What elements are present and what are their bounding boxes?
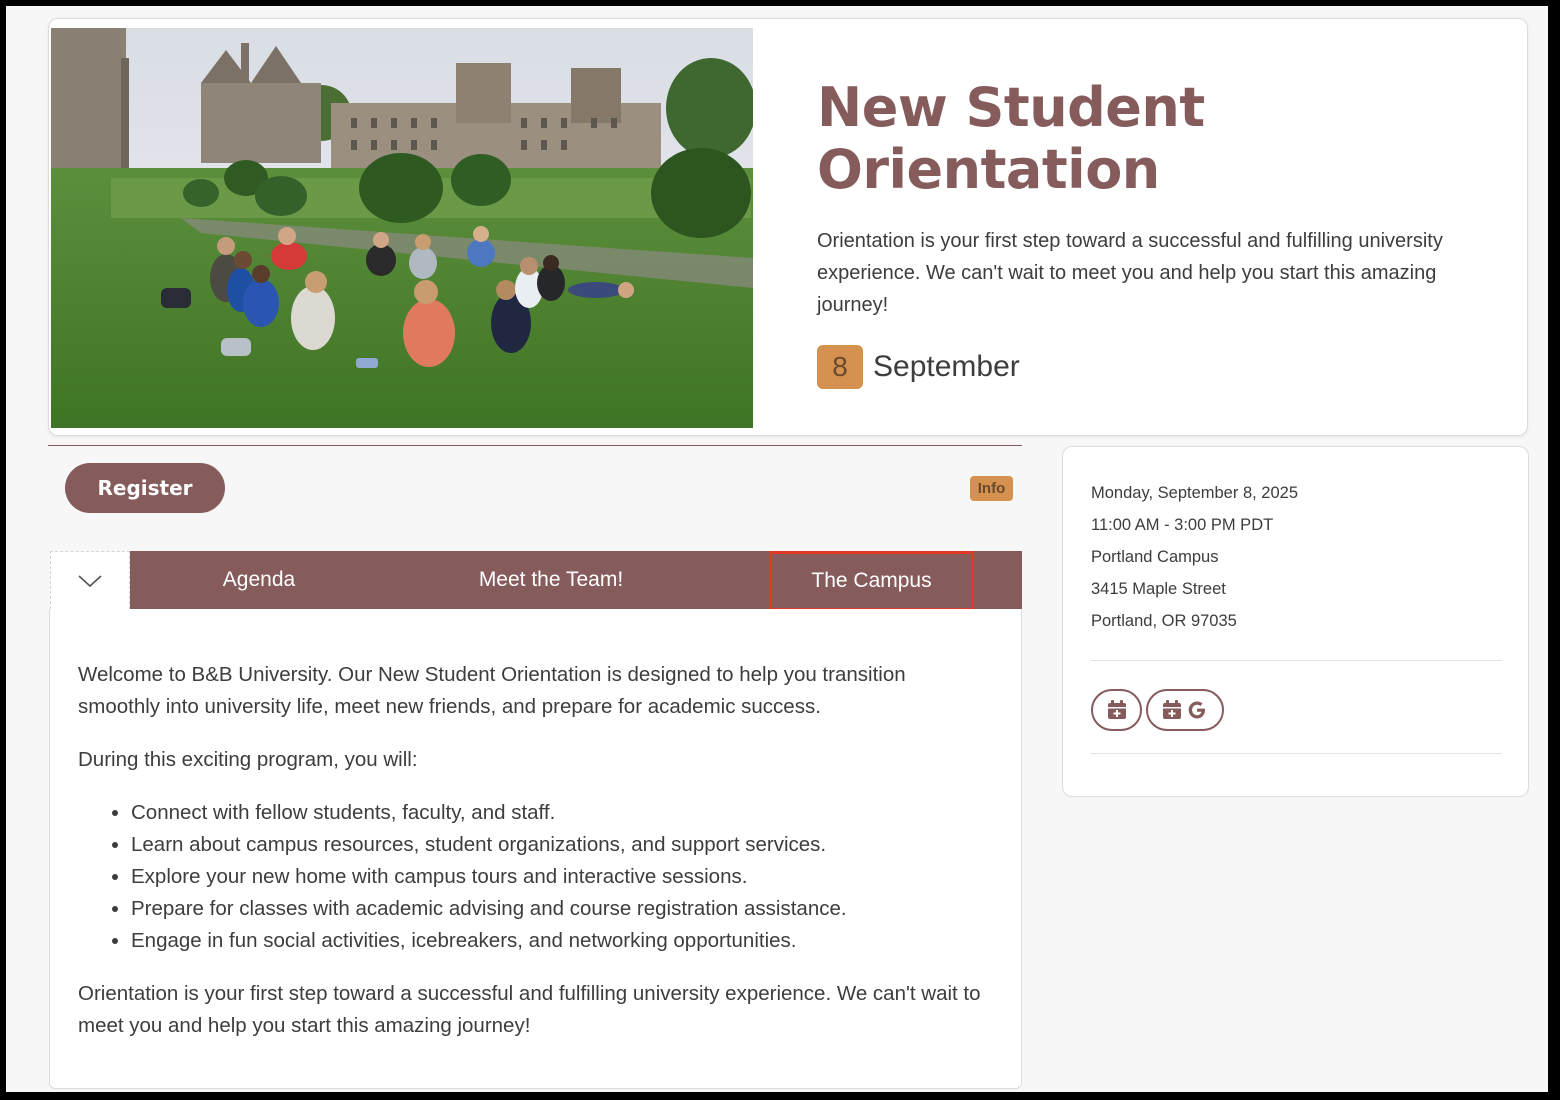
date-month: September: [873, 350, 1020, 383]
event-time-text: 11:00 AM - 3:00 PM PDT: [1091, 516, 1274, 534]
hero-text: New Student Orientation Orientation is y…: [817, 77, 1507, 389]
info-badge: Info: [970, 476, 1013, 501]
divider: [48, 445, 1022, 446]
list-item: Learn about campus resources, student or…: [131, 829, 993, 861]
title-line-2: Orientation: [817, 138, 1160, 201]
page: New Student Orientation Orientation is y…: [6, 6, 1548, 1092]
campus-photo: [51, 28, 753, 428]
list-item: Explore your new home with campus tours …: [131, 861, 993, 893]
tab-the-campus[interactable]: The Campus: [769, 551, 974, 611]
event-street: 3415 Maple Street: [1091, 580, 1226, 598]
event-location-name: Portland Campus: [1091, 548, 1219, 566]
google-icon: [1188, 701, 1205, 719]
separator: [1091, 753, 1502, 754]
calendar-plus-icon: [1107, 700, 1126, 719]
event-date: 8 September: [817, 345, 1507, 389]
title-line-1: New Student: [817, 76, 1205, 139]
date-day-badge: 8: [817, 345, 863, 389]
register-button[interactable]: Register: [65, 463, 225, 513]
closing-paragraph: Orientation is your first step toward a …: [78, 982, 981, 1037]
add-to-google-calendar-button[interactable]: [1146, 689, 1224, 731]
tab-meet-the-team[interactable]: Meet the Team!: [446, 551, 656, 609]
list-item: Connect with fellow students, faculty, a…: [131, 797, 993, 829]
tab-bar: Agenda Meet the Team! The Campus: [130, 551, 1022, 611]
event-date-text: Monday, September 8, 2025: [1091, 484, 1298, 502]
benefits-list: Connect with fellow students, faculty, a…: [131, 797, 993, 957]
intro-paragraph: Welcome to B&B University. Our New Stude…: [78, 663, 906, 718]
calendar-plus-icon: [1163, 700, 1181, 719]
event-details-card: Monday, September 8, 2025 11:00 AM - 3:0…: [1062, 446, 1529, 797]
hero-card: New Student Orientation Orientation is y…: [48, 18, 1528, 436]
calendar-actions: [1091, 661, 1500, 753]
list-item: Engage in fun social activities, icebrea…: [131, 925, 993, 957]
tab-content: Welcome to B&B University. Our New Stude…: [49, 609, 1022, 1089]
add-to-calendar-button[interactable]: [1091, 689, 1142, 731]
tab-agenda[interactable]: Agenda: [154, 551, 364, 609]
list-item: Prepare for classes with academic advisi…: [131, 893, 993, 925]
lead-paragraph: During this exciting program, you will:: [78, 748, 418, 771]
chevron-down-icon: [78, 574, 102, 587]
hero-description: Orientation is your first step toward a …: [817, 230, 1443, 316]
page-title: New Student Orientation: [817, 77, 1507, 201]
event-city: Portland, OR 97035: [1091, 612, 1237, 630]
tabs-toggle-button[interactable]: [50, 551, 130, 609]
